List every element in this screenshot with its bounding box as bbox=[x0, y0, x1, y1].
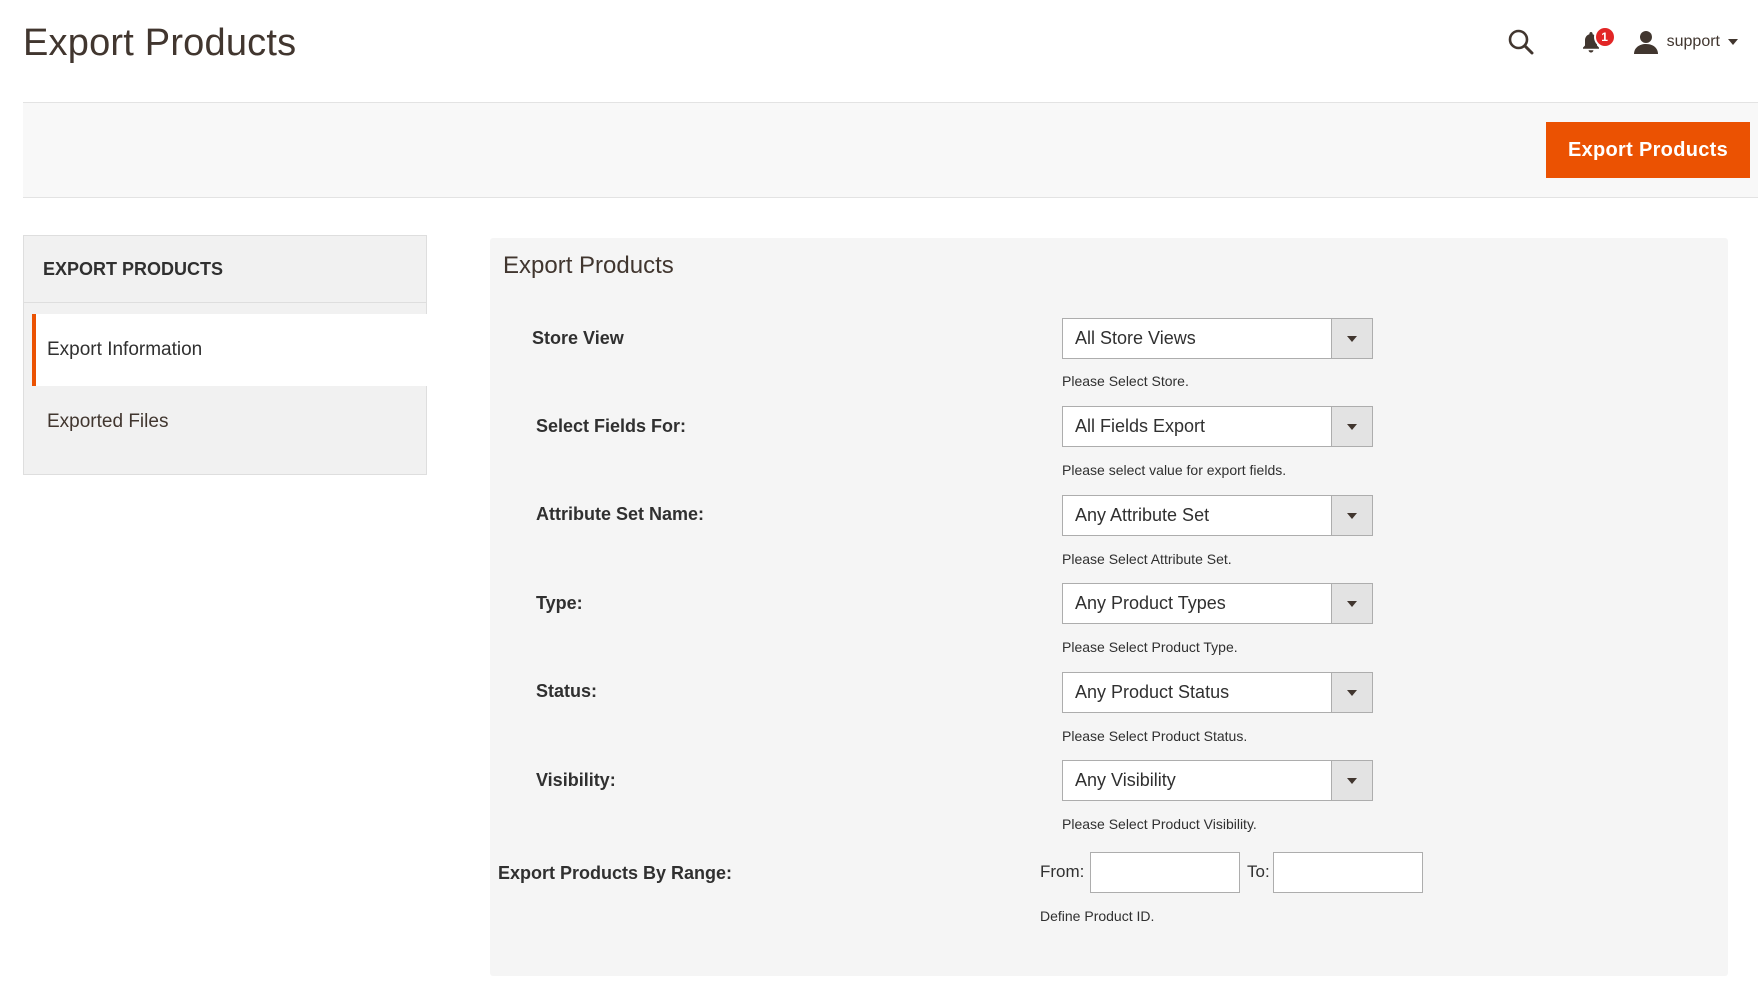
visibility-select[interactable]: Any Visibility bbox=[1062, 760, 1373, 801]
visibility-label: Visibility: bbox=[536, 770, 616, 790]
sidebar-item-exported-files[interactable]: Exported Files bbox=[32, 386, 427, 458]
type-value: Any Product Types bbox=[1075, 593, 1226, 613]
attribute-set-label: Attribute Set Name: bbox=[536, 504, 705, 524]
sidebar-tabs: EXPORT PRODUCTS Export Information Expor… bbox=[23, 235, 427, 475]
store-view-note: Please Select Store. bbox=[1062, 373, 1189, 389]
user-name: support bbox=[1666, 33, 1720, 50]
notification-count-badge: 1 bbox=[1593, 26, 1616, 48]
chevron-down-icon bbox=[1347, 335, 1357, 342]
chevron-down-icon bbox=[1347, 777, 1357, 784]
select-fields-label: Select Fields For: bbox=[536, 416, 687, 436]
select-fields-note: Please select value for export fields. bbox=[1062, 462, 1287, 478]
select-fields-value: All Fields Export bbox=[1075, 416, 1206, 436]
dropdown-arrow[interactable] bbox=[1331, 407, 1372, 446]
range-to-label: To: bbox=[1247, 862, 1270, 881]
export-range-label: Export Products By Range: bbox=[498, 863, 733, 883]
attribute-set-select[interactable]: Any Attribute Set bbox=[1062, 495, 1373, 536]
dropdown-arrow[interactable] bbox=[1331, 584, 1372, 623]
type-note: Please Select Product Type. bbox=[1062, 639, 1238, 655]
dropdown-arrow[interactable] bbox=[1331, 319, 1372, 358]
dropdown-arrow[interactable] bbox=[1331, 761, 1372, 800]
status-note: Please Select Product Status. bbox=[1062, 728, 1248, 744]
header-actions: 1 support bbox=[1501, 22, 1738, 62]
chevron-down-icon bbox=[1347, 689, 1357, 696]
range-to-input[interactable] bbox=[1273, 852, 1423, 893]
range-note: Define Product ID. bbox=[1040, 908, 1155, 924]
select-fields-select[interactable]: All Fields Export bbox=[1062, 406, 1373, 447]
status-select[interactable]: Any Product Status bbox=[1062, 672, 1373, 713]
user-icon bbox=[1633, 31, 1658, 54]
attribute-set-value: Any Attribute Set bbox=[1075, 505, 1210, 525]
dropdown-arrow[interactable] bbox=[1331, 673, 1372, 712]
export-products-button[interactable]: Export Products bbox=[1546, 122, 1750, 178]
visibility-value: Any Visibility bbox=[1075, 770, 1176, 790]
visibility-note: Please Select Product Visibility. bbox=[1062, 816, 1257, 832]
range-from-label: From: bbox=[1040, 862, 1085, 881]
page-title: Export Products bbox=[23, 22, 297, 64]
notifications-button[interactable]: 1 bbox=[1571, 22, 1616, 62]
chevron-down-icon bbox=[1347, 600, 1357, 607]
form-title: Export Products bbox=[503, 252, 674, 279]
status-label: Status: bbox=[536, 681, 598, 701]
store-view-label: Store View bbox=[532, 328, 624, 348]
chevron-down-icon bbox=[1347, 512, 1357, 519]
search-button[interactable] bbox=[1501, 22, 1541, 62]
type-label: Type: bbox=[536, 593, 583, 613]
user-menu-button[interactable]: support bbox=[1633, 29, 1738, 55]
chevron-down-icon bbox=[1728, 39, 1738, 45]
export-form-panel: Export Products Store View All Store Vie… bbox=[490, 238, 1728, 976]
range-from-input[interactable] bbox=[1090, 852, 1240, 893]
store-view-select[interactable]: All Store Views bbox=[1062, 318, 1373, 359]
attribute-set-note: Please Select Attribute Set. bbox=[1062, 551, 1232, 567]
type-select[interactable]: Any Product Types bbox=[1062, 583, 1373, 624]
chevron-down-icon bbox=[1347, 423, 1357, 430]
store-view-value: All Store Views bbox=[1075, 328, 1196, 348]
dropdown-arrow[interactable] bbox=[1331, 496, 1372, 535]
status-value: Any Product Status bbox=[1075, 682, 1230, 702]
sidebar-title: EXPORT PRODUCTS bbox=[24, 236, 426, 303]
page-actions-bar: Export Products bbox=[23, 102, 1758, 198]
search-icon bbox=[1508, 29, 1534, 55]
sidebar-item-export-information[interactable]: Export Information bbox=[32, 314, 427, 386]
